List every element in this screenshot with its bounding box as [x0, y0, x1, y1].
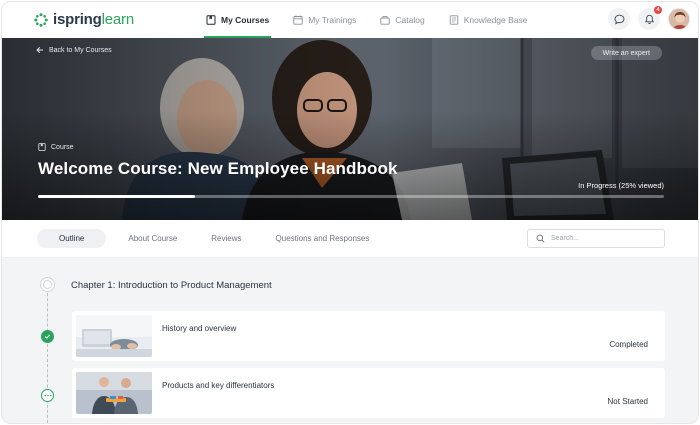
- knowledge-base-icon: [449, 15, 458, 25]
- header-actions: 4: [608, 6, 690, 30]
- course-title: Welcome Course: New Employee Handbook: [38, 159, 398, 178]
- lesson-title: Products and key differentiators: [162, 381, 275, 390]
- lesson-title: History and overview: [162, 324, 237, 333]
- lesson-item-history-and-overview[interactable]: History and overview Completed: [72, 311, 665, 361]
- course-outline: Chapter 1: Introduction to Product Manag…: [2, 258, 698, 423]
- logo-text-primary: ispring: [53, 11, 102, 28]
- nav-my-trainings[interactable]: My Trainings: [291, 2, 358, 38]
- lesson-thumbnail: [76, 315, 152, 357]
- search-box: [527, 229, 665, 248]
- logo-text: ispringlearn: [53, 11, 134, 28]
- nav-catalog-label: Catalog: [395, 15, 425, 25]
- course-hero-banner: Back to My Courses Write an expert Cours…: [2, 38, 698, 220]
- check-icon: [41, 330, 54, 343]
- search-input[interactable]: [551, 235, 651, 242]
- course-type-label: Course: [38, 143, 74, 151]
- top-navigation: ispringlearn My Courses My Trainings Cat…: [2, 2, 698, 38]
- lesson-thumbnail: [76, 372, 152, 414]
- nav-my-courses-label: My Courses: [221, 15, 270, 25]
- course-progress-fill: [38, 195, 195, 198]
- arrow-left-icon: [36, 46, 43, 54]
- write-an-expert-button[interactable]: Write an expert: [590, 46, 662, 60]
- course-tabs-bar: Outline About Course Reviews Questions a…: [2, 220, 698, 258]
- chapter-title: Chapter 1: Introduction to Product Manag…: [71, 280, 272, 291]
- ellipsis-icon: [41, 389, 54, 402]
- lesson-item-products-and-key-differentiators[interactable]: Products and key differentiators Not Sta…: [72, 368, 665, 418]
- bell-icon: [644, 14, 654, 24]
- chat-bubble-icon: [614, 14, 624, 24]
- notifications-button[interactable]: 4: [638, 6, 662, 30]
- course-tabs: Outline About Course Reviews Questions a…: [37, 229, 381, 248]
- logo-icon: [34, 12, 48, 27]
- notification-badge: 4: [654, 6, 662, 14]
- main-nav: My Courses My Trainings Catalog Knowledg…: [204, 2, 549, 38]
- tab-outline[interactable]: Outline: [37, 229, 107, 248]
- tab-about-course[interactable]: About Course: [116, 229, 189, 248]
- nav-knowledge-base[interactable]: Knowledge Base: [447, 2, 530, 38]
- logo[interactable]: ispringlearn: [34, 11, 134, 28]
- hero-background-image: [2, 38, 698, 220]
- user-avatar[interactable]: [668, 8, 690, 30]
- messages-button[interactable]: [608, 8, 630, 30]
- nav-knowledge-base-label: Knowledge Base: [463, 15, 528, 25]
- course-progress-status: In Progress (25% viewed): [578, 181, 664, 190]
- course-progress-bar: [38, 195, 664, 198]
- app-window: ispringlearn My Courses My Trainings Cat…: [1, 1, 699, 424]
- lesson-status: Completed: [609, 340, 648, 349]
- tab-reviews[interactable]: Reviews: [199, 229, 253, 248]
- book-icon: [206, 15, 216, 25]
- back-link-label: Back to My Courses: [49, 46, 112, 54]
- chapter-status-icon: [40, 277, 55, 292]
- logo-text-secondary: learn: [101, 11, 135, 28]
- timeline-line: [47, 278, 48, 423]
- nav-my-courses[interactable]: My Courses: [204, 2, 272, 38]
- lesson-status: Not Started: [607, 397, 648, 406]
- book-icon: [38, 143, 46, 151]
- course-type-text: Course: [51, 143, 74, 151]
- avatar-image: [669, 9, 689, 29]
- catalog-icon: [380, 16, 391, 25]
- search-icon: [536, 234, 545, 243]
- nav-my-trainings-label: My Trainings: [308, 15, 357, 25]
- calendar-icon: [293, 15, 303, 25]
- tab-questions-and-responses[interactable]: Questions and Responses: [264, 229, 382, 248]
- back-to-my-courses-link[interactable]: Back to My Courses: [36, 46, 112, 54]
- nav-catalog[interactable]: Catalog: [378, 2, 426, 38]
